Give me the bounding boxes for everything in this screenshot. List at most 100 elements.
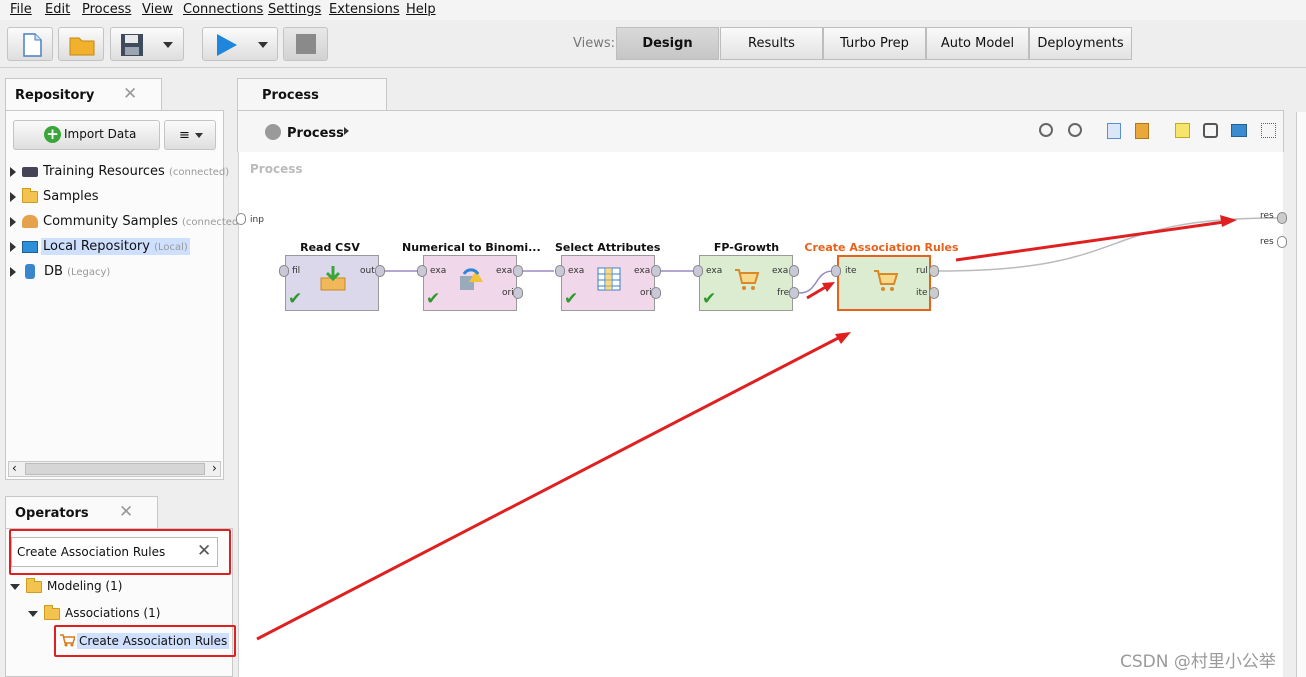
menu-file[interactable]: File (10, 2, 32, 17)
grid-icon[interactable] (1261, 123, 1276, 138)
expand-icon[interactable] (10, 166, 16, 177)
expand-icon[interactable] (10, 216, 16, 227)
zoom-out-icon[interactable] (1068, 123, 1082, 137)
operator-title: Select Attributes (555, 241, 661, 254)
new-process-button[interactable] (7, 27, 53, 61)
menu-extensions[interactable]: Extensions (329, 2, 400, 17)
expand-icon[interactable] (10, 266, 16, 277)
repo-item-local-repository[interactable]: Local Repository (Local) (10, 238, 190, 255)
views-label: Views: (573, 36, 616, 51)
run-button[interactable] (202, 27, 278, 61)
tab-design[interactable]: Design (616, 27, 719, 60)
tab-auto-model[interactable]: Auto Model (926, 27, 1029, 60)
menu-process[interactable]: Process (82, 2, 131, 17)
stop-button[interactable] (283, 27, 328, 61)
chevron-down-icon[interactable] (163, 42, 173, 48)
process-input-port[interactable] (236, 213, 246, 225)
output-port[interactable] (789, 265, 799, 277)
operators-title: Operators (15, 506, 89, 521)
operator-select-attributes[interactable]: ✔ (561, 255, 655, 311)
folder-icon (44, 604, 60, 620)
zoom-in-icon[interactable] (1039, 123, 1053, 137)
process-tab-title: Process (262, 88, 319, 103)
operators-tab[interactable]: Operators ✕ (5, 496, 158, 528)
port-label: exa (634, 266, 651, 276)
import-data-button[interactable]: + Import Data (13, 120, 160, 150)
repo-item-label: Local Repository (43, 239, 150, 254)
result-port[interactable] (1277, 236, 1287, 248)
expand-icon[interactable] (10, 191, 16, 202)
highlight-operator-box (54, 625, 236, 657)
menu-edit[interactable]: Edit (45, 2, 70, 17)
port-label: ite (916, 288, 928, 298)
horizontal-scrollbar[interactable]: ‹ › (8, 461, 221, 477)
output-port[interactable] (375, 265, 385, 277)
scrollbar-thumb[interactable] (25, 463, 205, 475)
auto-wire-icon[interactable] (1203, 123, 1218, 138)
input-port[interactable] (555, 265, 565, 277)
tree-item-modeling[interactable]: Modeling (1) (10, 577, 123, 593)
save-button[interactable] (110, 27, 184, 61)
collapse-icon[interactable] (28, 610, 38, 617)
tab-deployments[interactable]: Deployments (1029, 27, 1132, 60)
result-port[interactable] (1277, 212, 1287, 224)
process-tab[interactable]: Process (237, 78, 387, 110)
menu-settings[interactable]: Settings (268, 2, 321, 17)
output-port[interactable] (651, 287, 661, 299)
repo-item-training-resources[interactable]: Training Resources (connected) (10, 164, 229, 179)
operator-create-association-rules[interactable] (837, 255, 931, 311)
toolbar: Views: Design Results Turbo Prep Auto Mo… (0, 20, 1306, 68)
port-label: rul (916, 266, 928, 276)
breadcrumb[interactable]: Process (287, 126, 344, 141)
connection-line (937, 217, 1280, 272)
check-icon: ✔ (288, 289, 303, 309)
collapse-icon[interactable] (10, 583, 20, 590)
check-icon: ✔ (426, 289, 441, 309)
input-port[interactable] (417, 265, 427, 277)
chevron-right-icon[interactable]: › (212, 461, 217, 475)
output-port[interactable] (513, 287, 523, 299)
breadcrumb-arrow-icon[interactable] (344, 127, 349, 135)
output-port[interactable] (929, 287, 939, 299)
repository-menu-button[interactable]: ≡ (164, 120, 216, 150)
menu-view[interactable]: View (142, 2, 173, 17)
close-icon[interactable]: ✕ (119, 502, 133, 522)
output-port[interactable] (513, 265, 523, 277)
tab-results[interactable]: Results (720, 27, 823, 60)
repo-item-status: (connected (182, 217, 239, 228)
operator-title: Create Association Rules (804, 241, 959, 254)
tree-item-associations[interactable]: Associations (1) (28, 604, 160, 620)
chevron-down-icon[interactable] (258, 42, 268, 48)
expand-icon[interactable] (10, 241, 16, 252)
repo-item-community-samples[interactable]: Community Samples (connected (10, 214, 238, 229)
repo-item-samples[interactable]: Samples (10, 187, 99, 204)
output-port[interactable] (789, 287, 799, 299)
operator-read-csv[interactable]: ✔ (285, 255, 379, 311)
repository-tab[interactable]: Repository ✕ (5, 78, 162, 110)
layers-icon[interactable] (1231, 124, 1247, 137)
menu-help[interactable]: Help (406, 2, 436, 17)
port-label: inp (250, 215, 264, 225)
tree-item-label: Modeling (1) (47, 579, 123, 593)
open-button[interactable] (58, 27, 104, 61)
input-port[interactable] (831, 265, 841, 277)
input-port[interactable] (693, 265, 703, 277)
operator-numerical-to-binominal[interactable]: ✔ (423, 255, 517, 311)
input-port[interactable] (279, 265, 289, 277)
menu-connections[interactable]: Connections (183, 2, 263, 17)
chevron-left-icon[interactable]: ‹ (12, 461, 17, 475)
output-port[interactable] (651, 265, 661, 277)
paste-icon[interactable] (1135, 123, 1149, 139)
repository-panel: + Import Data ≡ Training Resources (conn… (5, 110, 238, 480)
output-port[interactable] (929, 265, 939, 277)
menu-icon: ≡ (179, 128, 190, 143)
process-canvas[interactable]: Process inp res res Read CSV ✔ fil out N… (236, 152, 1287, 677)
operator-title: Numerical to Binomi... (402, 241, 541, 254)
tab-turbo-prep[interactable]: Turbo Prep (823, 27, 926, 60)
add-note-icon[interactable] (1175, 123, 1190, 138)
repo-item-db[interactable]: DB (Legacy) (10, 264, 110, 279)
copy-icon[interactable] (1107, 123, 1121, 139)
close-icon[interactable]: ✕ (123, 84, 137, 104)
operator-fp-growth[interactable]: ✔ (699, 255, 793, 311)
check-icon: ✔ (564, 289, 579, 309)
